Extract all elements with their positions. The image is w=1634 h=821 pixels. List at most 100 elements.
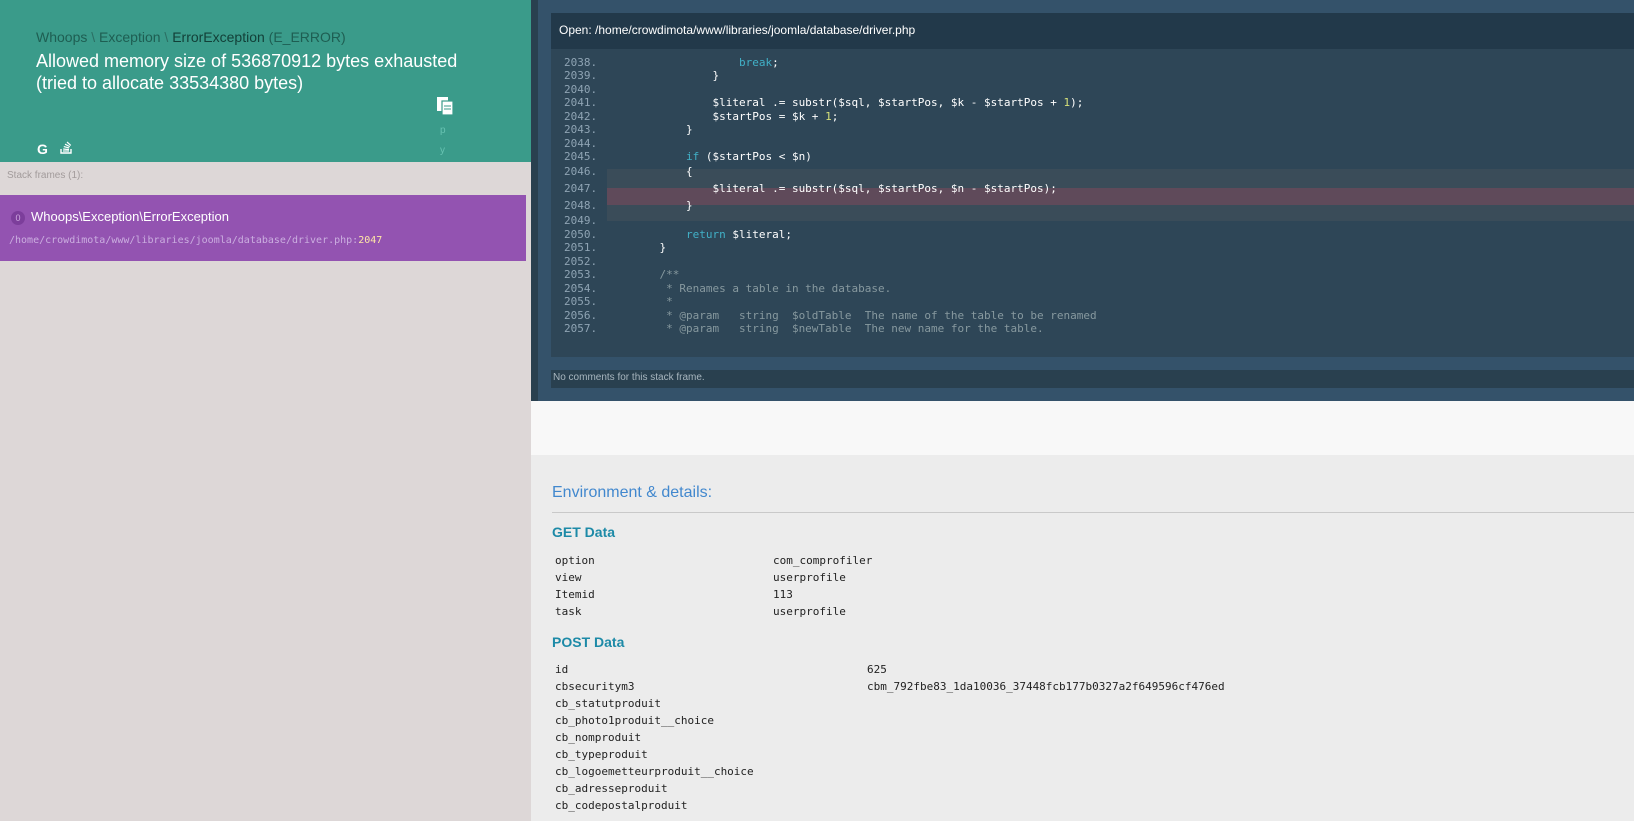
exception-code: (E_ERROR) [268,29,346,45]
data-key: cb_statutproduit [555,697,661,710]
frame-index: 0 [11,211,25,225]
copy-icon[interactable] [436,96,454,116]
line-number: 2041. [564,96,598,109]
google-search-icon[interactable]: G [37,141,48,157]
code-line: 2054. * Renames a table in the database. [551,282,1634,296]
left-panel: Whoops \ Exception \ ErrorException (E_E… [0,0,532,821]
details-divider [552,512,1634,513]
line-source: $literal .= substr($sql, $startPos, $n -… [633,182,1057,195]
data-key: cbsecuritym3 [555,680,635,693]
data-key: Itemid [555,588,595,601]
line-number: 2040. [564,83,598,96]
frame-comments: No comments for this stack frame. [551,370,1634,388]
line-number: 2047. [564,182,598,195]
data-value: cbm_792fbe83_1da10036_37448fcb177b0327a2… [867,680,1225,693]
code-line: 2044. [551,137,1634,151]
exception-namespace-2: Exception [99,29,161,45]
line-source: return $literal; [685,228,792,241]
line-source: { [633,165,693,178]
code-line: 2039. } [551,69,1634,83]
line-number: 2045. [564,150,598,163]
copy-hint-p: p [440,125,446,136]
line-source: } [633,123,693,136]
code-line: 2053. /** [551,268,1634,282]
line-source: * @param string $newTable The new name f… [633,322,1044,335]
frame-file: /home/crowdimota/www/libraries/joomla/da… [9,235,382,246]
line-source: /** [633,268,680,281]
exception-message: Allowed memory size of 536870912 bytes e… [36,51,458,93]
code-line: 2056. * @param string $oldTable The name… [551,309,1634,323]
code-line: 2057. * @param string $newTable The new … [551,322,1634,336]
stack-frames-label: Stack frames (1): [7,170,84,181]
open-file-bar[interactable]: Open: /home/crowdimota/www/libraries/joo… [551,13,1634,49]
line-number: 2050. [564,228,598,241]
post-data-title: POST Data [552,634,625,650]
line-source: * @param string $oldTable The name of th… [633,309,1097,322]
line-source: } [633,241,667,254]
code-line: 2052. [551,255,1634,269]
code-line: 2055. * [551,295,1634,309]
data-key: option [555,554,595,567]
line-number: 2038. [564,56,598,69]
data-key: cb_photo1produit__choice [555,714,714,727]
data-key: view [555,571,582,584]
details-title: Environment & details: [552,484,713,501]
line-number: 2056. [564,309,598,322]
copy-hint-y: y [440,145,445,156]
data-value: 113 [773,588,793,601]
code-line: 2045. if ($startPos < $n) [551,150,1634,164]
code-line: 2038. break; [551,56,1634,70]
code-line: 2042. $startPos = $k + 1; [551,110,1634,124]
code-line: 2046. { [551,165,1634,179]
line-source: if ($startPos < $n) [685,150,812,163]
line-source: $startPos = $k + 1; [633,110,839,123]
line-number: 2042. [564,110,598,123]
data-value: com_comprofiler [773,554,873,567]
spacer [531,401,1634,455]
exception-name: ErrorException [172,29,265,45]
code-line: 2051. } [551,241,1634,255]
code-line: 2043. } [551,123,1634,137]
frame-file-path: /home/crowdimota/www/libraries/joomla/da… [9,235,353,246]
data-value: userprofile [773,605,846,618]
frame-line: 2047 [358,235,383,246]
stackoverflow-search-icon[interactable] [60,140,74,154]
code-line: 2047. $literal .= substr($sql, $startPos… [551,182,1634,196]
data-key: id [555,663,569,676]
data-key: cb_codepostalproduit [555,799,688,812]
data-key: cb_logoemetteurproduit__choice [555,765,754,778]
data-key: cb_typeproduit [555,748,648,761]
code-line: 2048. } [551,199,1634,213]
data-key: task [555,605,582,618]
line-number: 2057. [564,322,598,335]
frame-comments-label: No comments for this stack frame. [553,372,705,383]
line-number: 2043. [564,123,598,136]
line-number: 2054. [564,282,598,295]
line-number: 2044. [564,137,598,150]
line-number: 2049. [564,214,598,227]
line-source: * Renames a table in the database. [633,282,892,295]
stack-frame[interactable]: 0 Whoops\Exception\ErrorException /home/… [0,195,526,261]
data-key: cb_adresseproduit [555,782,668,795]
line-number: 2039. [564,69,598,82]
line-number: 2055. [564,295,598,308]
code-line: 2041. $literal .= substr($sql, $startPos… [551,96,1634,110]
line-source: break; [738,56,779,69]
get-data-title: GET Data [552,524,616,540]
separator: \ [87,29,100,45]
exception-header: Whoops \ Exception \ ErrorException (E_E… [0,0,532,162]
data-value: 625 [867,663,887,676]
line-number: 2052. [564,255,598,268]
exception-namespace-1: Whoops [36,29,88,45]
frame-class: Whoops\Exception\ErrorException [31,209,229,224]
line-source: } [633,69,720,82]
code-line: 2040. [551,83,1634,97]
details-panel: Environment & details: GET Data option co… [531,455,1634,821]
line-number: 2053. [564,268,598,281]
line-source: * [633,295,673,308]
code-box: 2038. break; 2039. } 2040. 2041. $literal .… [551,49,1634,357]
open-file-label[interactable]: Open: /home/crowdimota/www/libraries/joo… [559,23,915,37]
code-line: 2049. [551,214,1634,228]
code-area-border [531,0,538,401]
line-source: $literal .= substr($sql, $startPos, $k -… [633,96,1084,109]
